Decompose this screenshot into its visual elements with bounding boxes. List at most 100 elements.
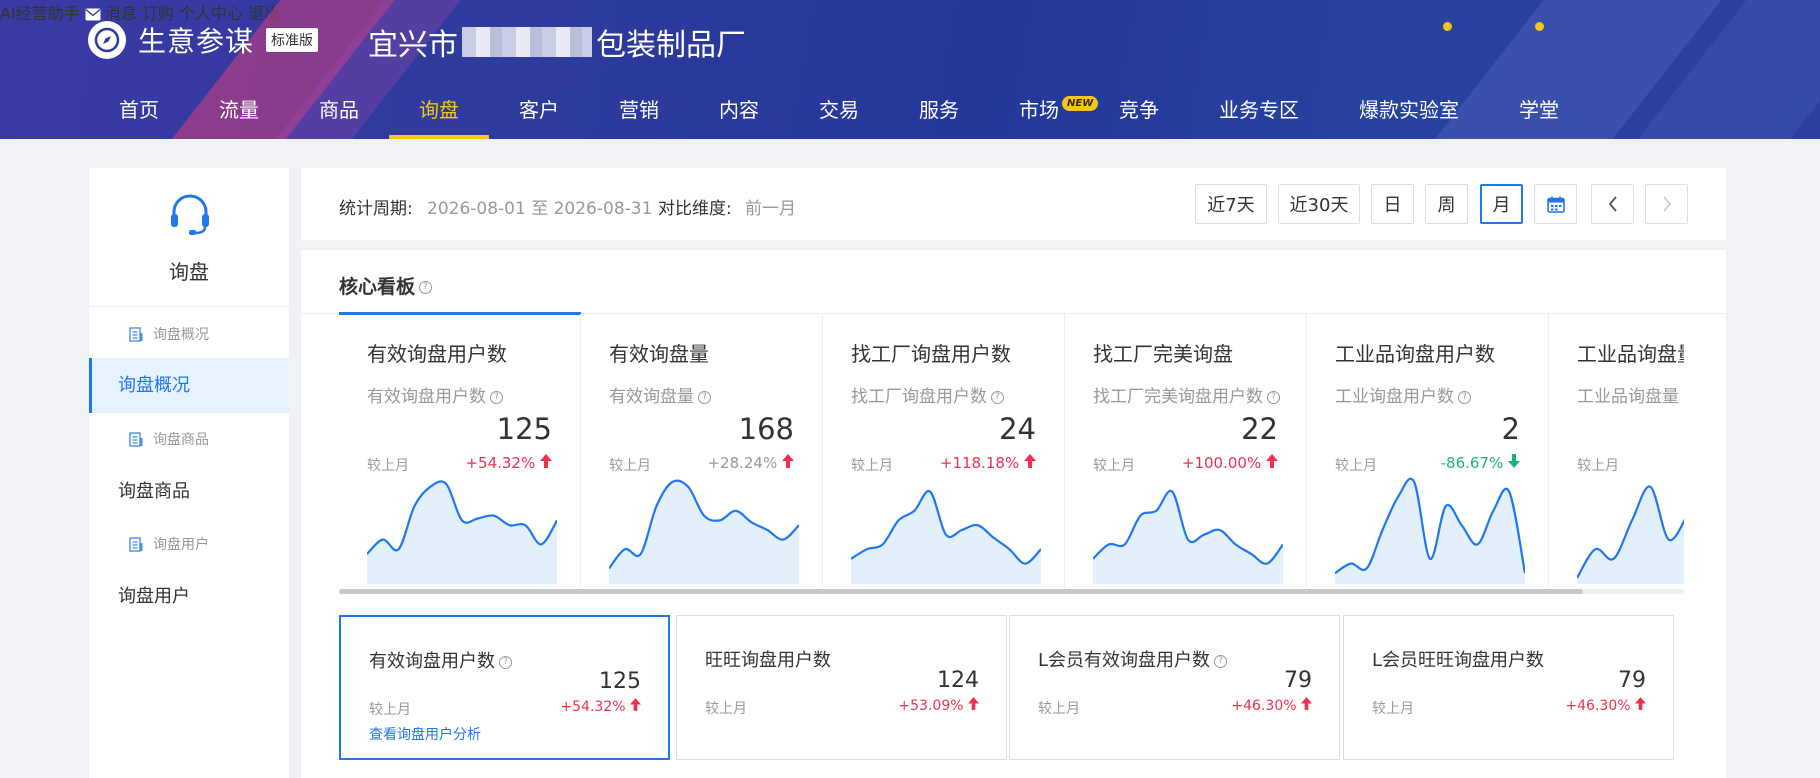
nav-item-hit-lab[interactable]: 爆款实验室 xyxy=(1359,94,1459,123)
help-icon[interactable]: ? xyxy=(1267,390,1280,404)
sidebar-item-inquiry-overview[interactable]: 询盘概况 xyxy=(89,358,289,413)
sidebar-item-inquiry-products[interactable]: 询盘商品 xyxy=(89,464,289,519)
core-dashboard: 核心看板? 有效询盘用户数 有效询盘用户数? 125 较上月 +54.32% 有… xyxy=(301,250,1726,778)
ai-assistant-link[interactable]: AI经营助手 xyxy=(0,4,80,23)
nav-item-marketing[interactable]: 营销 xyxy=(619,94,659,123)
horizontal-scrollbar[interactable] xyxy=(339,589,1684,594)
redacted-text xyxy=(462,27,592,57)
metric-card-change: +100.00% xyxy=(1182,454,1278,472)
sub-metric-card[interactable]: L会员旺旺询盘用户数 79 较上月 +46.30% xyxy=(1343,615,1674,760)
edition-badge: 标准版 xyxy=(266,28,319,52)
metric-card-subtitle-text: 有效询盘量 xyxy=(609,387,694,407)
last-30-days-button[interactable]: 近30天 xyxy=(1278,184,1360,224)
sub-metric-title: L会员有效询盘用户数? xyxy=(1038,646,1228,672)
nav-item-products[interactable]: 商品 xyxy=(319,94,359,123)
sub-metric-title-text: 有效询盘用户数 xyxy=(369,651,495,672)
metric-card-value: 168 xyxy=(738,412,794,446)
metric-card-title: 工业品询盘量 xyxy=(1577,342,1684,366)
arrow-up-icon xyxy=(1635,697,1646,710)
sparkline-chart xyxy=(367,480,557,584)
help-icon[interactable]: ? xyxy=(499,655,512,669)
sub-metric-change-value: +53.09% xyxy=(898,698,964,714)
sidebar-group-users: 询盘用户 xyxy=(129,534,209,554)
main-nav: 首页 流量 商品 询盘 客户 营销 内容 交易 服务 市场 竞争 业务专区 爆款… xyxy=(0,88,1820,139)
arrow-up-icon xyxy=(1301,697,1312,710)
metric-card[interactable]: 工业品询盘量 工业品询盘量 较上月 xyxy=(1549,314,1684,588)
metric-card-subtitle-text: 工业询盘用户数 xyxy=(1335,387,1454,407)
metric-card-subtitle: 有效询盘量? xyxy=(609,382,711,407)
help-icon[interactable]: ? xyxy=(419,281,433,294)
nav-item-academy[interactable]: 学堂 xyxy=(1519,94,1559,123)
next-period-button[interactable] xyxy=(1645,184,1688,224)
header-banner: 生意参谋 标准版 宜兴市 包装制品厂 AI经营助手 消息 订购 个人中心 退出 … xyxy=(0,0,1820,139)
new-badge: NEW xyxy=(1062,96,1099,111)
sidebar-item-inquiry-users[interactable]: 询盘用户 xyxy=(89,569,289,624)
metric-card[interactable]: 工业品询盘用户数 工业询盘用户数? 2 较上月 -86.67% xyxy=(1307,314,1549,588)
help-icon[interactable]: ? xyxy=(1214,654,1228,668)
brand[interactable]: 生意参谋 标准版 xyxy=(88,20,319,60)
sidebar-group-overview: 询盘概况 xyxy=(129,324,209,344)
arrow-up-icon xyxy=(782,454,794,468)
sub-metric-cards: 有效询盘用户数? 125 较上月 +54.32% 查看询盘用户分析 旺旺询盘用户… xyxy=(339,615,1684,760)
nav-item-market[interactable]: 市场 xyxy=(1019,94,1059,123)
nav-item-content[interactable]: 内容 xyxy=(719,94,759,123)
core-dashboard-title-text: 核心看板 xyxy=(339,276,416,298)
nav-item-service[interactable]: 服务 xyxy=(919,94,959,123)
compare-label: 对比维度: xyxy=(658,199,732,219)
previous-period-button[interactable] xyxy=(1591,184,1634,224)
core-dashboard-title: 核心看板? xyxy=(339,272,433,299)
sub-metric-compare-label: 较上月 xyxy=(369,702,411,718)
metric-card[interactable]: 有效询盘用户数 有效询盘用户数? 125 较上月 +54.32% xyxy=(339,314,581,588)
nav-item-traffic[interactable]: 流量 xyxy=(219,94,259,123)
help-icon[interactable]: ? xyxy=(1458,390,1471,404)
nav-item-home[interactable]: 首页 xyxy=(119,94,159,123)
chevron-right-icon xyxy=(1662,196,1671,212)
metric-card-value: 24 xyxy=(999,412,1036,446)
sidebar-title: 询盘 xyxy=(169,260,209,284)
sub-metric-card[interactable]: 有效询盘用户数? 125 较上月 +54.32% 查看询盘用户分析 xyxy=(339,615,670,760)
day-button[interactable]: 日 xyxy=(1371,184,1414,224)
metric-card-value: 2 xyxy=(1501,412,1520,446)
divider xyxy=(89,306,289,307)
compare-value: 前一月 xyxy=(745,199,796,219)
last-7-days-button[interactable]: 近7天 xyxy=(1195,184,1267,224)
sub-metric-card[interactable]: 旺旺询盘用户数 124 较上月 +53.09% xyxy=(676,615,1007,760)
nav-item-business-zone[interactable]: 业务专区 xyxy=(1219,94,1299,123)
scrollbar-thumb[interactable] xyxy=(339,589,1583,594)
sub-metric-title-text: L会员有效询盘用户数 xyxy=(1038,650,1211,671)
nav-item-transactions[interactable]: 交易 xyxy=(819,94,859,123)
sub-metric-value: 125 xyxy=(599,669,641,694)
metric-card[interactable]: 有效询盘量 有效询盘量? 168 较上月 +28.24% xyxy=(581,314,823,588)
metric-card-title: 工业品询盘用户数 xyxy=(1335,342,1495,366)
chevron-left-icon xyxy=(1608,196,1617,212)
nav-item-customers[interactable]: 客户 xyxy=(519,94,559,123)
metric-card[interactable]: 找工厂完美询盘 找工厂完美询盘用户数? 22 较上月 +100.00% xyxy=(1065,314,1307,588)
metric-card-compare-label: 较上月 xyxy=(367,458,409,474)
filter-bar: 统计周期: 2026-08-01 至 2026-08-31 对比维度: 前一月 … xyxy=(301,168,1726,240)
sparkline-area xyxy=(1335,478,1525,584)
metric-card-change-value: +28.24% xyxy=(707,454,778,472)
calendar-button[interactable] xyxy=(1534,184,1577,224)
metric-card-subtitle-text: 找工厂询盘用户数 xyxy=(851,387,987,407)
sparkline-chart xyxy=(851,489,1041,584)
help-icon[interactable]: ? xyxy=(991,390,1004,404)
metric-card-compare-label: 较上月 xyxy=(1577,458,1619,474)
period-label: 统计周期: xyxy=(339,199,413,219)
sub-metric-compare-label: 较上月 xyxy=(1038,701,1080,717)
nav-item-competition[interactable]: 竞争 xyxy=(1119,94,1159,123)
nav-item-inquiry[interactable]: 询盘 xyxy=(419,94,459,123)
help-icon[interactable]: ? xyxy=(698,390,711,404)
view-user-analysis-link[interactable]: 查看询盘用户分析 xyxy=(369,724,481,744)
sub-metric-card[interactable]: L会员有效询盘用户数? 79 较上月 +46.30% xyxy=(1009,615,1340,760)
month-button[interactable]: 月 xyxy=(1480,184,1523,224)
arrow-up-icon xyxy=(968,697,979,710)
metric-card-subtitle: 找工厂完美询盘用户数? xyxy=(1093,382,1280,407)
metric-card[interactable]: 找工厂询盘用户数 找工厂询盘用户数? 24 较上月 +118.18% xyxy=(823,314,1065,588)
metric-card-subtitle-text: 找工厂完美询盘用户数 xyxy=(1093,387,1263,407)
sub-metric-change-value: +46.30% xyxy=(1231,698,1297,714)
compass-logo-icon xyxy=(88,21,126,59)
sub-metric-change-value: +54.32% xyxy=(560,699,626,715)
week-button[interactable]: 周 xyxy=(1425,184,1468,224)
metric-card-title: 有效询盘用户数 xyxy=(367,342,507,366)
help-icon[interactable]: ? xyxy=(490,390,503,404)
